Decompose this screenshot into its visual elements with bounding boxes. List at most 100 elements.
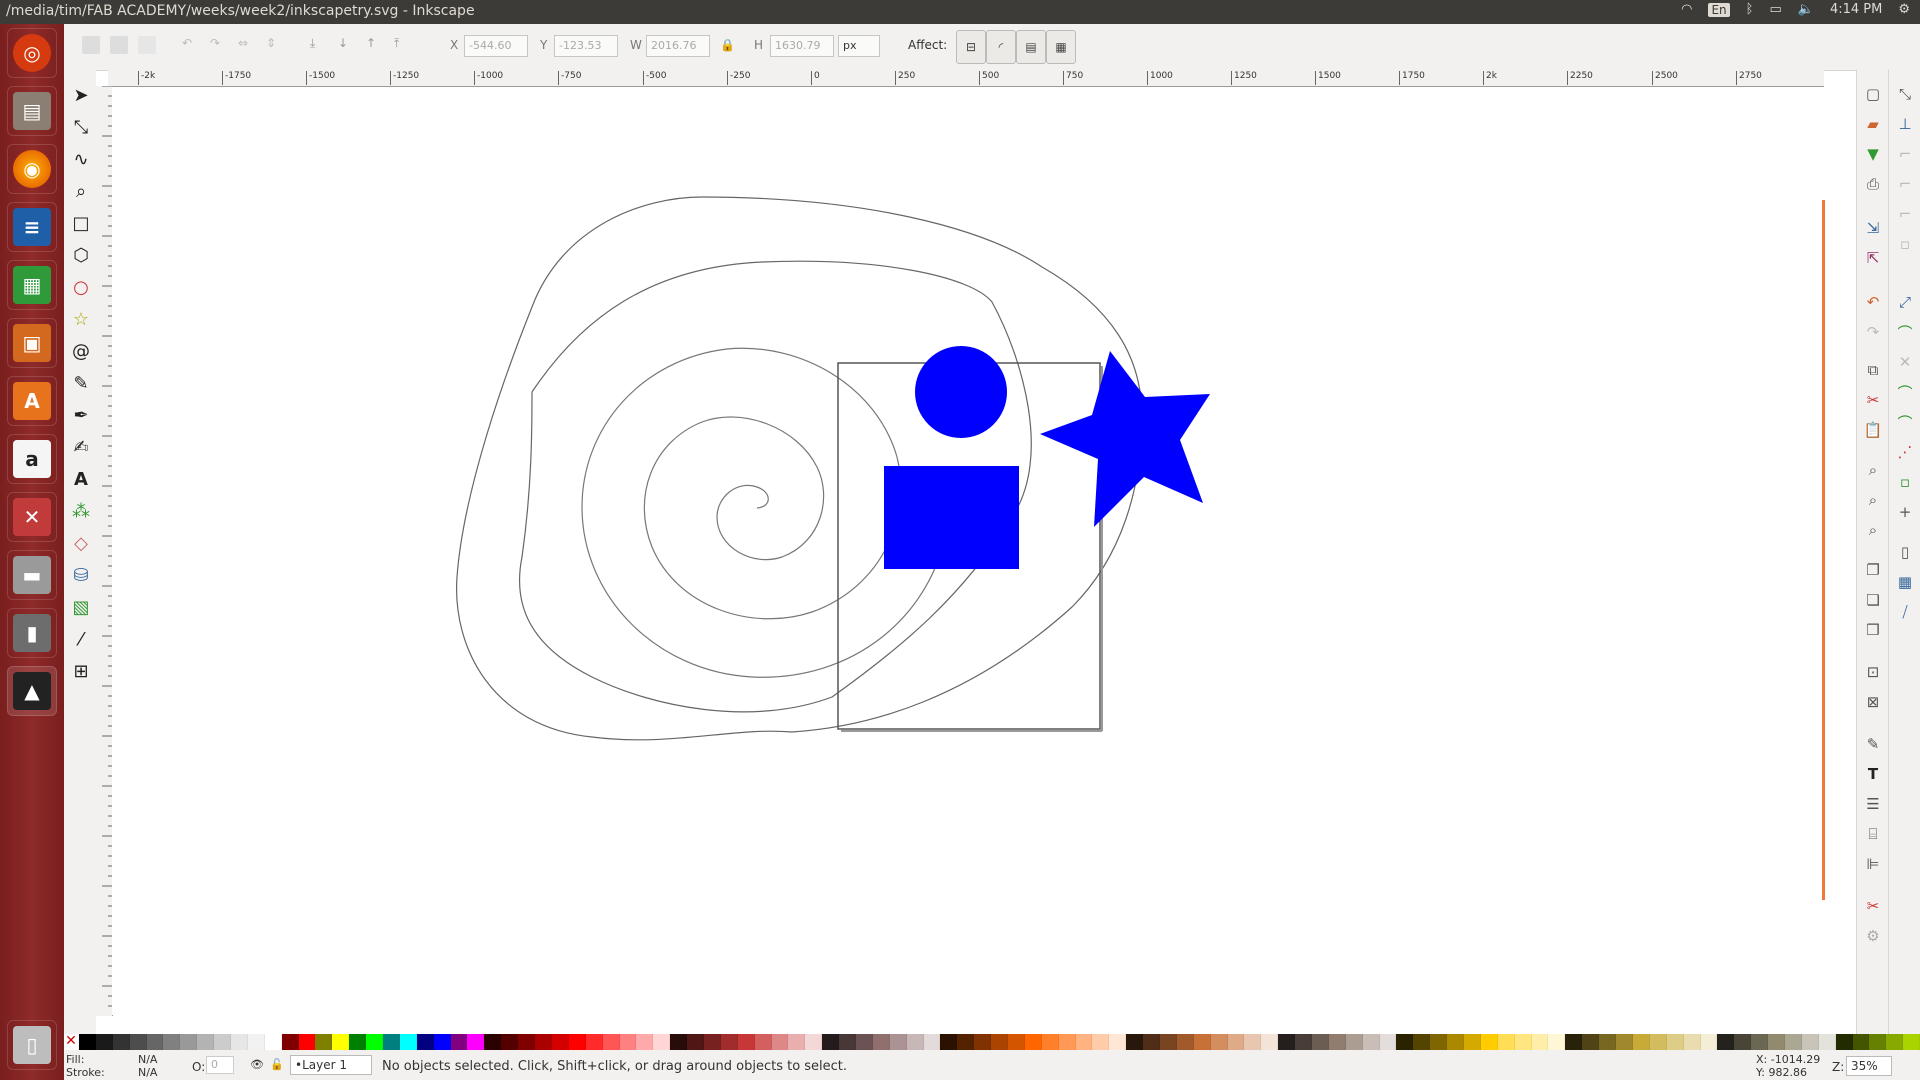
3d-box-tool-icon[interactable]: ⬡	[70, 244, 92, 266]
palette-swatch[interactable]	[281, 1034, 299, 1050]
palette-swatch[interactable]	[163, 1034, 181, 1050]
palette-swatch[interactable]	[1751, 1034, 1769, 1050]
duplicate-icon[interactable]: ❐	[1863, 560, 1883, 580]
keyboard-language-indicator[interactable]: En	[1708, 2, 1730, 17]
palette-swatch[interactable]	[771, 1034, 789, 1050]
palette-swatch[interactable]	[1548, 1034, 1566, 1050]
snap-paths-icon[interactable]: ⌒	[1895, 322, 1915, 342]
palette-swatch[interactable]	[957, 1034, 975, 1050]
palette-swatch[interactable]	[1616, 1034, 1633, 1050]
palette-swatch[interactable]	[1852, 1034, 1870, 1050]
palette-swatch[interactable]	[1818, 1034, 1836, 1050]
palette-swatch[interactable]	[602, 1034, 620, 1050]
palette-swatch[interactable]	[855, 1034, 873, 1050]
palette-swatch[interactable]	[585, 1034, 603, 1050]
text-font-icon[interactable]: T	[1863, 764, 1883, 784]
palette-swatch[interactable]	[1109, 1034, 1127, 1050]
snap-guides-icon[interactable]: ⧸	[1895, 602, 1915, 622]
snap-intersections-icon[interactable]: ✕	[1895, 352, 1915, 372]
palette-swatch[interactable]	[974, 1034, 992, 1050]
palette-swatch[interactable]	[1345, 1034, 1363, 1050]
palette-swatch[interactable]	[1700, 1034, 1718, 1050]
palette-swatch[interactable]	[720, 1034, 738, 1050]
palette-swatch[interactable]	[467, 1034, 485, 1050]
palette-swatch[interactable]	[332, 1034, 350, 1050]
snap-bbox-midpoints-icon[interactable]: ⌐	[1895, 204, 1915, 224]
star-tool-icon[interactable]: ☆	[70, 308, 92, 330]
spiral-tool-icon[interactable]: @	[70, 340, 92, 362]
palette-swatch[interactable]	[501, 1034, 519, 1050]
save-icon[interactable]: ▼	[1863, 144, 1883, 164]
unlink-clone-icon[interactable]: ❒	[1863, 620, 1883, 640]
layer-select[interactable]: •Layer 1	[290, 1055, 372, 1075]
palette-swatch[interactable]	[433, 1034, 451, 1050]
palette-swatch[interactable]	[1210, 1034, 1228, 1050]
palette-swatch[interactable]	[1075, 1034, 1093, 1050]
palette-swatch[interactable]	[1295, 1034, 1313, 1050]
palette-swatch[interactable]	[1362, 1034, 1380, 1050]
palette-swatch[interactable]	[383, 1034, 400, 1050]
snap-enable-icon[interactable]: ⤡	[1895, 84, 1915, 104]
palette-swatch[interactable]	[1126, 1034, 1144, 1050]
snap-object-midpoints-icon[interactable]: ▫	[1895, 472, 1915, 492]
palette-swatch[interactable]	[1379, 1034, 1397, 1050]
palette-swatch[interactable]	[1328, 1034, 1346, 1050]
blue-star[interactable]	[1040, 351, 1210, 527]
palette-swatch[interactable]	[1007, 1034, 1025, 1050]
palette-swatch[interactable]	[619, 1034, 637, 1050]
palette-swatch[interactable]	[1413, 1034, 1431, 1050]
blue-rectangle[interactable]	[884, 466, 1019, 569]
palette-swatch[interactable]	[1244, 1034, 1262, 1050]
zoom-selection-icon[interactable]: ⌕	[1863, 460, 1883, 480]
palette-swatch[interactable]	[484, 1034, 502, 1050]
palette-swatch[interactable]	[1632, 1034, 1650, 1050]
horizontal-ruler[interactable]: -2k -1750 -1500 -1250 -1000 -750 -500 -250 0 250 5…	[108, 70, 1824, 87]
flip-vertical-icon[interactable]: ⇕	[266, 36, 284, 54]
open-icon[interactable]: ▰	[1863, 114, 1883, 134]
palette-swatch[interactable]	[670, 1034, 688, 1050]
select-all-icon[interactable]	[82, 36, 100, 54]
palette-swatch[interactable]	[687, 1034, 704, 1050]
document-properties-icon[interactable]: ⚙	[1863, 926, 1883, 946]
palette-swatch[interactable]	[264, 1034, 282, 1050]
launcher-dash-button[interactable]: ◎	[7, 28, 57, 78]
palette-swatch[interactable]	[737, 1034, 755, 1050]
palette-swatch[interactable]	[1396, 1034, 1414, 1050]
zoom-page-icon[interactable]: ⌕	[1863, 520, 1883, 540]
clone-icon[interactable]: ❏	[1863, 590, 1883, 610]
palette-swatch[interactable]	[551, 1034, 569, 1050]
gradient-tool-icon[interactable]: ▧	[70, 596, 92, 618]
zoom-drawing-icon[interactable]: ⌕	[1863, 490, 1883, 510]
stroke-value[interactable]: N/A	[138, 1066, 157, 1079]
snap-midpoints-icon[interactable]: ⋰	[1895, 442, 1915, 462]
raise-to-top-icon[interactable]: ⤒	[394, 36, 412, 54]
palette-swatch[interactable]	[1143, 1034, 1160, 1050]
palette-swatch[interactable]	[1869, 1034, 1887, 1050]
snap-bbox-corners-icon[interactable]: ⌐	[1895, 174, 1915, 194]
lock-icon[interactable]: 🔓	[270, 1058, 284, 1071]
paint-bucket-tool-icon[interactable]: ⛁	[70, 564, 92, 586]
palette-swatch[interactable]	[112, 1034, 130, 1050]
palette-swatch[interactable]	[1092, 1034, 1110, 1050]
palette-swatch[interactable]	[416, 1034, 434, 1050]
clock[interactable]: 4:14 PM	[1830, 2, 1882, 17]
palette-swatch[interactable]	[940, 1034, 958, 1050]
drawing-canvas[interactable]	[112, 87, 1824, 1015]
dropper-tool-icon[interactable]: ⁄	[70, 628, 92, 650]
palette-swatch[interactable]	[1734, 1034, 1752, 1050]
palette-swatch[interactable]	[180, 1034, 198, 1050]
launcher-trash-button[interactable]: ▯	[7, 1020, 57, 1070]
group-icon[interactable]: ⊡	[1863, 662, 1883, 682]
palette-swatch[interactable]	[1886, 1034, 1904, 1050]
print-icon[interactable]: ⎙	[1863, 174, 1883, 194]
align-distribute-icon[interactable]: ⊫	[1863, 854, 1883, 874]
palette-swatch[interactable]	[923, 1034, 941, 1050]
calligraphy-tool-icon[interactable]: ✍	[70, 436, 92, 458]
snap-rotation-centers-icon[interactable]: +	[1895, 502, 1915, 522]
palette-swatch[interactable]	[366, 1034, 384, 1050]
palette-swatch[interactable]	[214, 1034, 232, 1050]
preferences-icon[interactable]: ✂	[1863, 896, 1883, 916]
pencil-tool-icon[interactable]: ✎	[70, 372, 92, 394]
launcher-impress-button[interactable]: ▣	[7, 318, 57, 368]
height-field[interactable]: 1630.79	[770, 35, 834, 57]
